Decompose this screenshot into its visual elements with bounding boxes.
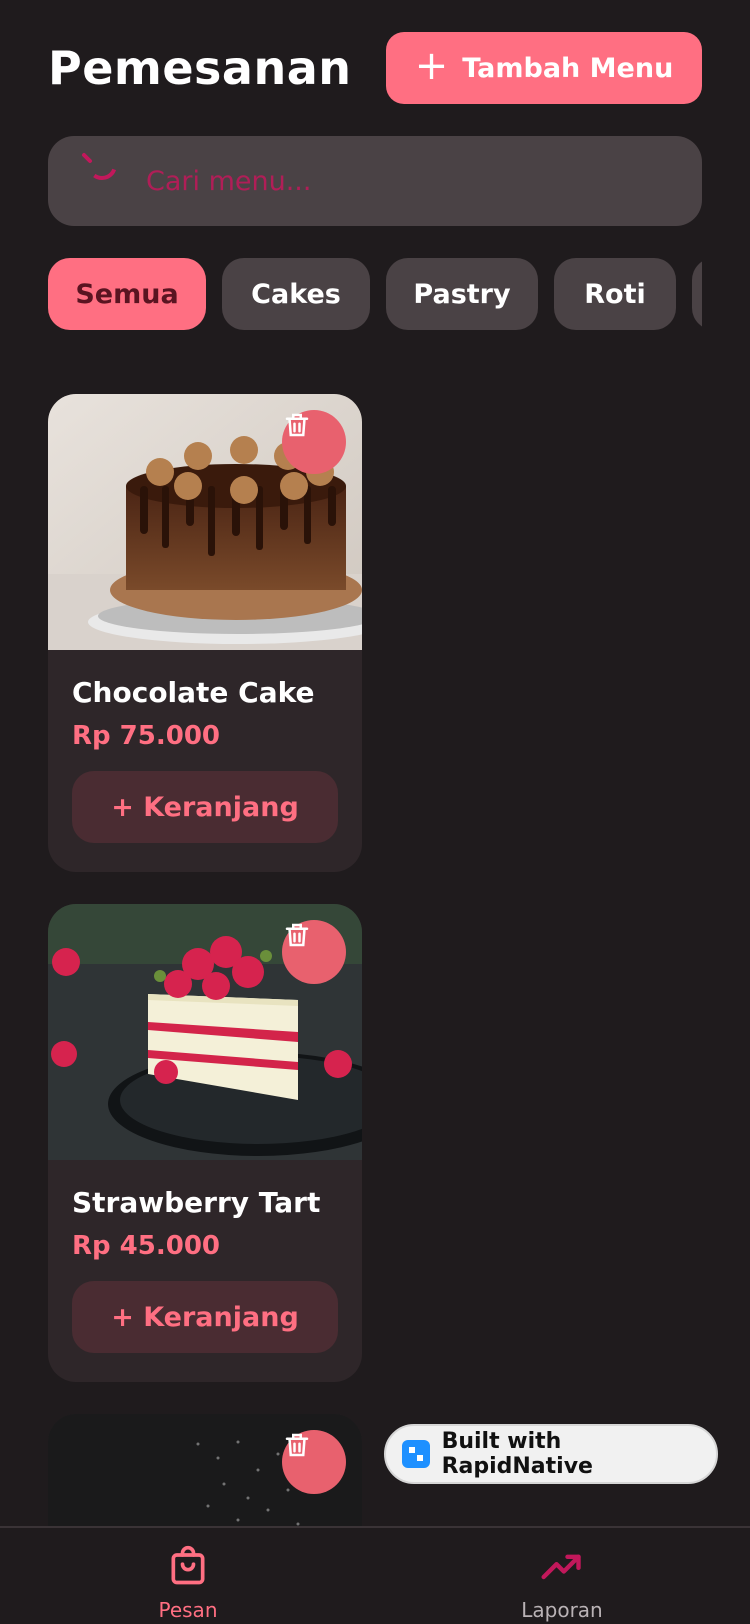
strawberry-tart-image — [48, 904, 362, 1160]
bottom-nav: Pesan Laporan — [0, 1526, 750, 1624]
search-bar[interactable] — [48, 136, 702, 226]
badge-label: Built with RapidNative — [441, 1429, 593, 1479]
rapidnative-logo-icon — [402, 1440, 430, 1468]
add-to-cart-button[interactable]: + Keranjang — [72, 771, 338, 843]
delete-button[interactable] — [282, 920, 346, 984]
nav-item-laporan[interactable]: Laporan — [482, 1544, 642, 1622]
category-chip-more[interactable] — [692, 258, 702, 330]
add-menu-label: Tambah Menu — [462, 52, 674, 84]
delete-button[interactable] — [282, 1430, 346, 1494]
category-chip-pastry[interactable]: Pastry — [386, 258, 538, 330]
category-chips: Semua Cakes Pastry Roti — [48, 258, 702, 330]
category-chip-cakes[interactable]: Cakes — [222, 258, 370, 330]
nav-label-laporan: Laporan — [521, 1598, 603, 1622]
menu-item-name: Strawberry Tart — [72, 1186, 321, 1219]
chocolate-cake-image — [48, 394, 362, 650]
delete-button[interactable] — [282, 410, 346, 474]
shopping-bag-icon — [171, 1545, 205, 1585]
add-menu-button[interactable]: + Tambah Menu — [386, 32, 702, 104]
search-input[interactable] — [146, 165, 626, 197]
trash-icon — [285, 923, 309, 947]
category-chip-roti[interactable]: Roti — [554, 258, 676, 330]
menu-item-name: Chocolate Cake — [72, 676, 315, 709]
rapidnative-badge[interactable]: Built with RapidNative — [384, 1424, 718, 1484]
search-icon — [82, 151, 117, 180]
page-title: Pemesanan — [48, 41, 352, 95]
category-chip-semua[interactable]: Semua — [48, 258, 206, 330]
menu-card: Chocolate Cake Rp 75.000 + Keranjang — [48, 394, 362, 872]
trash-icon — [285, 413, 309, 437]
nav-item-pesan[interactable]: Pesan — [108, 1544, 268, 1622]
menu-item-price: Rp 45.000 — [72, 1231, 221, 1261]
menu-item-price: Rp 75.000 — [72, 721, 221, 751]
menu-card: Strawberry Tart Rp 45.000 + Keranjang — [48, 904, 362, 1382]
add-to-cart-button[interactable]: + Keranjang — [72, 1281, 338, 1353]
nav-label-pesan: Pesan — [158, 1598, 218, 1622]
trending-up-icon — [541, 1554, 581, 1580]
trash-icon — [285, 1433, 309, 1457]
plus-icon: + — [414, 43, 449, 89]
header: Pemesanan + Tambah Menu — [48, 32, 702, 104]
